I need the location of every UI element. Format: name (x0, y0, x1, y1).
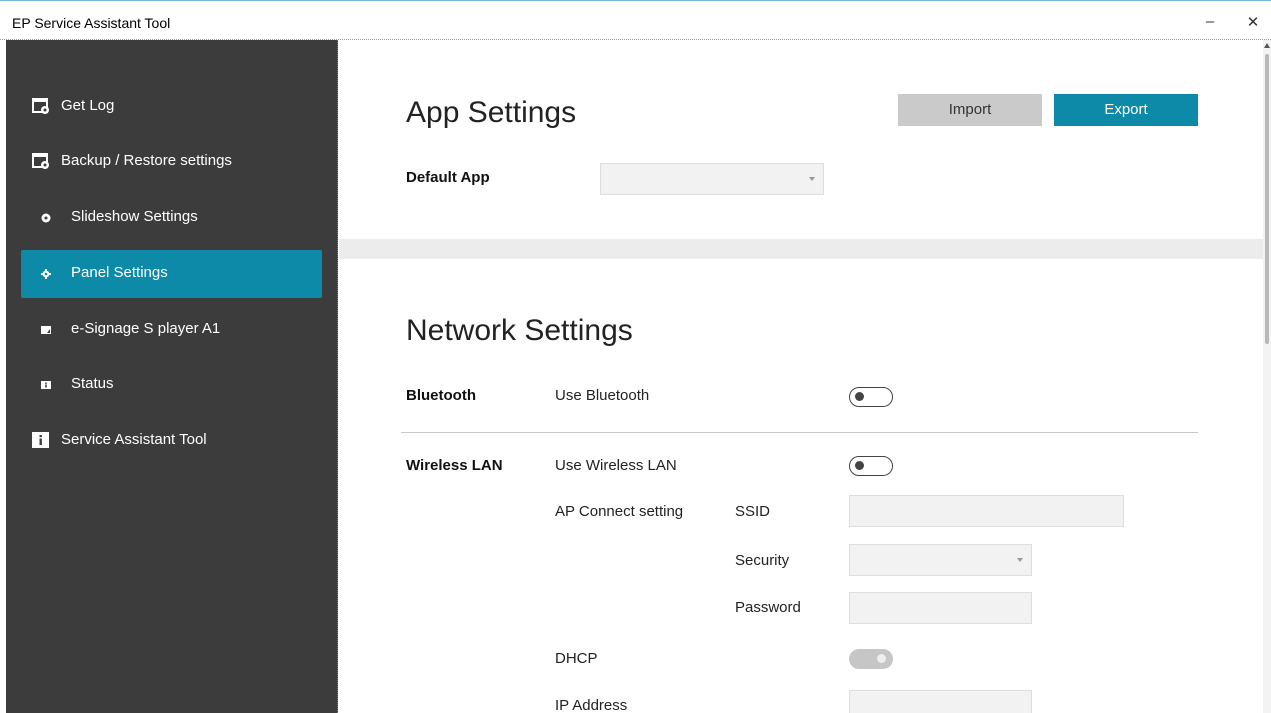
scroll-up-arrow-icon[interactable] (1264, 43, 1270, 48)
info-icon (41, 381, 51, 389)
bluetooth-section-label: Bluetooth (406, 387, 476, 404)
use-wireless-lan-label: Use Wireless LAN (555, 457, 677, 474)
wireless-lan-toggle[interactable] (849, 456, 893, 476)
password-label: Password (735, 599, 801, 616)
bluetooth-toggle[interactable] (849, 387, 893, 407)
log-settings-icon (32, 98, 49, 114)
sidebar-item-e-signage-player[interactable]: e-Signage S player A1 (21, 306, 322, 354)
sidebar-item-get-log[interactable]: Get Log (21, 83, 322, 131)
dhcp-label: DHCP (555, 650, 598, 667)
password-field[interactable] (849, 592, 1032, 624)
sidebar-item-service-assistant-tool[interactable]: Service Assistant Tool (21, 417, 322, 465)
ip-address-label: IP Address (555, 697, 628, 713)
window-title: EP Service Assistant Tool (12, 15, 171, 31)
sidebar-item-label: Service Assistant Tool (61, 431, 207, 448)
circle-bullet-icon (41, 213, 51, 223)
app-settings-title: App Settings (406, 96, 577, 129)
ssid-field[interactable] (849, 495, 1124, 527)
info-box-icon (32, 432, 49, 448)
sidebar-item-label: Panel Settings (71, 264, 168, 281)
use-bluetooth-label: Use Bluetooth (555, 387, 650, 404)
dhcp-toggle[interactable] (849, 649, 893, 669)
divider (401, 432, 1198, 433)
ip-address-field[interactable] (849, 690, 1032, 713)
sidebar-item-label: Backup / Restore settings (61, 152, 232, 169)
sidebar-item-slideshow-settings[interactable]: Slideshow Settings (21, 194, 322, 242)
sidebar-item-backup-restore[interactable]: Backup / Restore settings (21, 138, 322, 186)
vertical-scrollbar[interactable] (1263, 40, 1271, 713)
sidebar-item-label: Status (71, 375, 114, 392)
sidebar-item-label: e-Signage S player A1 (71, 320, 221, 337)
chevron-down-icon (1017, 558, 1023, 562)
ap-connect-setting-label: AP Connect setting (555, 503, 684, 520)
scrollbar-thumb[interactable] (1265, 54, 1269, 344)
export-button[interactable]: Export (1054, 94, 1198, 126)
sidebar-item-status[interactable]: Status (21, 361, 322, 409)
main-content: App Settings Import Export Default App N… (339, 40, 1263, 713)
gear-icon (41, 269, 51, 279)
security-dropdown[interactable] (849, 544, 1032, 576)
chevron-down-icon (809, 177, 815, 181)
player-icon (41, 326, 51, 334)
import-button[interactable]: Import (898, 94, 1042, 126)
toggle-knob (877, 654, 886, 663)
toggle-knob (855, 461, 864, 470)
sidebar: Get Log Backup / Restore settings Slides… (6, 40, 338, 713)
close-button[interactable]: ✕ (1243, 13, 1263, 31)
minimize-button[interactable]: – (1200, 13, 1220, 30)
default-app-dropdown[interactable] (600, 163, 824, 195)
wireless-lan-section-label: Wireless LAN (406, 457, 503, 474)
sidebar-item-panel-settings[interactable]: Panel Settings (21, 250, 322, 298)
sidebar-item-label: Get Log (61, 97, 115, 114)
ssid-label: SSID (735, 503, 771, 520)
network-settings-title: Network Settings (406, 314, 633, 347)
toggle-knob (855, 392, 864, 401)
sidebar-item-label: Slideshow Settings (71, 208, 198, 225)
section-separator (339, 239, 1263, 259)
security-label: Security (735, 552, 790, 569)
title-bar: EP Service Assistant Tool – ✕ (0, 0, 1271, 40)
default-app-label: Default App (406, 169, 490, 186)
backup-settings-icon (32, 153, 49, 169)
